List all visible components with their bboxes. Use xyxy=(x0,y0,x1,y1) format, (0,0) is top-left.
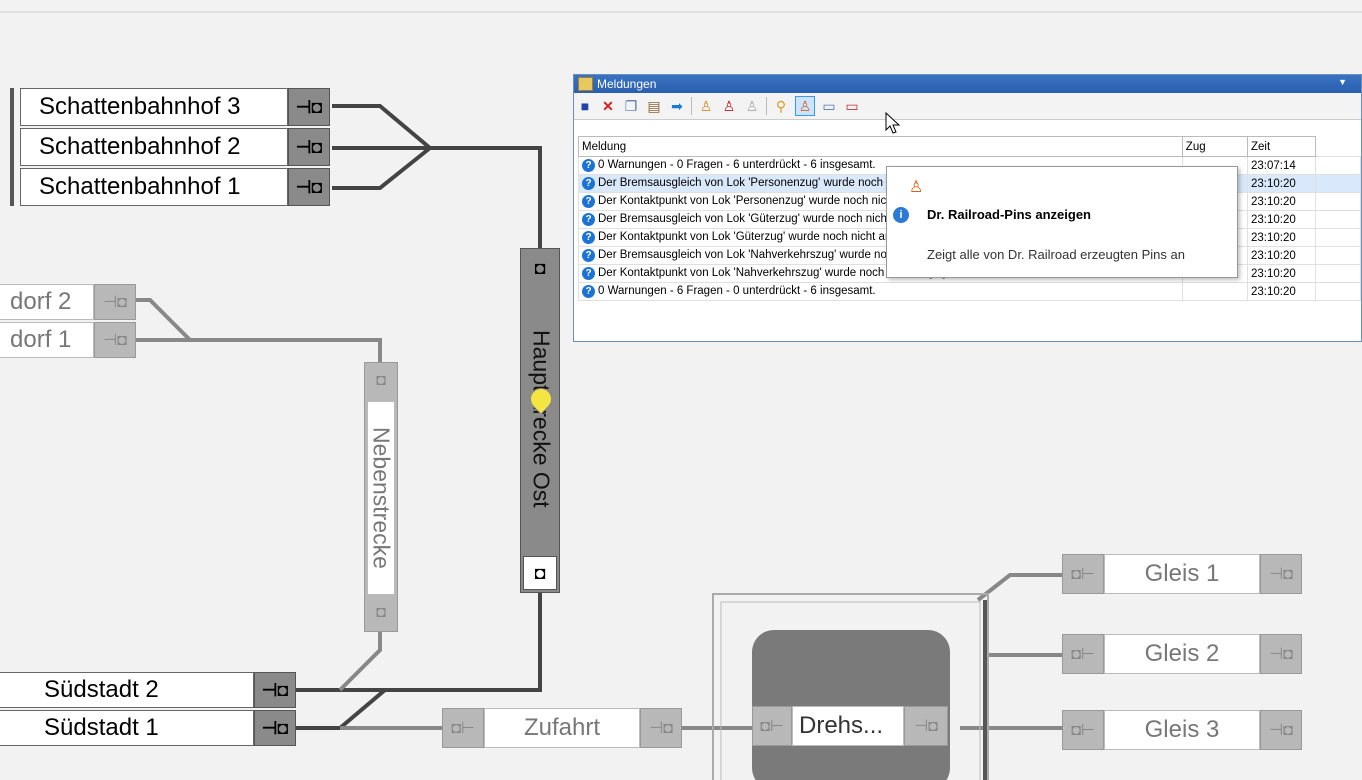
person-remove-icon[interactable]: ♙ xyxy=(720,97,738,115)
connector-icon[interactable]: ⊣◘ xyxy=(254,672,296,708)
connector-icon[interactable]: ⊣◘ xyxy=(1260,710,1302,750)
tooltip-description: Zeigt alle von Dr. Railroad erzeugten Pi… xyxy=(927,247,1185,262)
connector-icon[interactable]: ◘ xyxy=(521,249,559,287)
block-label: Gleis 3 xyxy=(1104,710,1260,750)
block-suedstadt-1[interactable]: Südstadt 1 ⊣◘ xyxy=(0,710,296,746)
connector-icon[interactable]: ◘⊢ xyxy=(752,706,792,746)
delete-icon[interactable]: ✕ xyxy=(599,97,617,115)
connector-icon[interactable]: ◘⊢ xyxy=(442,708,484,748)
connector-icon[interactable]: ⊣◘ xyxy=(94,284,136,320)
block-zufahrt[interactable]: ◘⊢ Zufahrt ⊣◘ xyxy=(442,708,682,748)
dropdown-icon[interactable]: ▼ xyxy=(1338,77,1347,87)
block-schattenbahnhof-3[interactable]: Schattenbahnhof 3 ⊣◘ xyxy=(20,88,330,126)
window-title-bar[interactable]: Meldungen ▼ xyxy=(574,75,1361,93)
connector-icon[interactable]: ⊣◘ xyxy=(254,710,296,746)
block-suedstadt-2[interactable]: Südstadt 2 ⊣◘ xyxy=(0,672,296,708)
person-disabled-icon[interactable]: ♙ xyxy=(743,97,761,115)
connector-icon[interactable]: ◘⊢ xyxy=(1062,710,1104,750)
connector-icon[interactable]: ⊣◘ xyxy=(640,708,682,748)
goto-icon[interactable]: ➡ xyxy=(668,97,686,115)
pins-icon[interactable]: ⚲ xyxy=(772,97,790,115)
block-schattenbahnhof-1[interactable]: Schattenbahnhof 1 ⊣◘ xyxy=(20,168,330,206)
window-toolbar: ■ ✕ ❐ ▤ ➡ ♙ ♙ ♙ ⚲ ♙ ▭ ▭ xyxy=(574,93,1361,120)
block-label: dorf 1 xyxy=(0,322,94,358)
column-header[interactable]: Zeit xyxy=(1246,136,1317,157)
info-icon: i xyxy=(893,207,909,223)
block-schattenbahnhof-2[interactable]: Schattenbahnhof 2 ⊣◘ xyxy=(20,128,330,166)
question-icon: ? xyxy=(582,177,595,190)
person-icon[interactable]: ♙ xyxy=(697,97,715,115)
block-dorf-2[interactable]: dorf 2 ⊣◘ xyxy=(0,284,136,320)
turntable-disk xyxy=(752,630,950,780)
dr-railroad-pins-icon: ♙ xyxy=(909,179,924,196)
filter-remove-icon[interactable]: ▭ xyxy=(843,97,861,115)
connector-icon[interactable]: ⊣◘ xyxy=(94,322,136,358)
table-row[interactable]: ? 0 Warnungen - 6 Fragen - 0 unterdrückt … xyxy=(578,282,1361,301)
block-dorf-1[interactable]: dorf 1 ⊣◘ xyxy=(0,322,136,358)
window-title: Meldungen xyxy=(597,77,657,91)
connector-icon[interactable]: ⊣◘ xyxy=(288,88,330,126)
block-label: dorf 2 xyxy=(0,284,94,320)
mouse-cursor-icon xyxy=(885,112,901,134)
connector-icon[interactable]: ⊣◘ xyxy=(288,128,330,166)
block-gleis-1[interactable]: ◘⊢ Gleis 1 ⊣◘ xyxy=(1062,554,1302,594)
dr-railroad-pins-icon[interactable]: ♙ xyxy=(795,96,815,116)
tracks-dark xyxy=(296,104,542,730)
block-nebenstrecke[interactable]: ◘ Nebenstrecke ◘ xyxy=(364,362,398,632)
block-label: Zufahrt xyxy=(484,708,640,748)
tooltip: ♙ i Dr. Railroad-Pins anzeigen Zeigt all… xyxy=(886,166,1238,278)
connector-icon[interactable]: ⊣◘ xyxy=(288,168,330,206)
block-gleis-3[interactable]: ◘⊢ Gleis 3 ⊣◘ xyxy=(1062,710,1302,750)
filter-icon[interactable]: ▭ xyxy=(820,97,838,115)
block-label: Südstadt 2 xyxy=(0,672,254,708)
block-label: Schattenbahnhof 1 xyxy=(20,168,288,206)
block-label: Nebenstrecke xyxy=(368,427,395,569)
question-icon: ? xyxy=(582,267,595,280)
column-header[interactable]: Zug xyxy=(1181,136,1249,157)
tooltip-title: Dr. Railroad-Pins anzeigen xyxy=(927,207,1091,222)
connector-icon[interactable]: ⊣◘ xyxy=(1260,634,1302,674)
block-label: Gleis 1 xyxy=(1104,554,1260,594)
question-icon: ? xyxy=(582,249,595,262)
copy-icon[interactable]: ❐ xyxy=(622,97,640,115)
block-label: Schattenbahnhof 2 xyxy=(20,128,288,166)
connector-icon[interactable]: ◘⊢ xyxy=(1062,554,1104,594)
save-icon[interactable]: ■ xyxy=(576,97,594,115)
block-label: Gleis 2 xyxy=(1104,634,1260,674)
block-gleis-2[interactable]: ◘⊢ Gleis 2 ⊣◘ xyxy=(1062,634,1302,674)
connector-icon[interactable]: ◘ xyxy=(365,363,397,399)
block-label: Schattenbahnhof 3 xyxy=(20,88,288,126)
column-header[interactable]: Meldung xyxy=(578,136,1183,157)
question-icon: ? xyxy=(582,213,595,226)
properties-icon[interactable]: ▤ xyxy=(645,97,663,115)
block-label: Hauptstrecke Ost xyxy=(528,330,555,508)
messages-icon xyxy=(578,77,593,91)
connector-icon[interactable]: ◘⊢ xyxy=(1062,634,1104,674)
block-label: Südstadt 1 xyxy=(0,710,254,746)
block-hauptstrecke-ost[interactable]: ◘ Hauptstrecke Ost ◘ xyxy=(520,248,560,593)
question-icon: ? xyxy=(582,195,595,208)
question-icon: ? xyxy=(582,159,595,172)
connector-icon[interactable]: ⊣◘ xyxy=(904,706,948,746)
connector-icon[interactable]: ◘ xyxy=(523,556,557,590)
connector-icon[interactable]: ⊣◘ xyxy=(1260,554,1302,594)
connector-icon[interactable]: ◘ xyxy=(365,595,397,631)
question-icon: ? xyxy=(582,231,595,244)
block-drehscheibe[interactable]: ◘⊢ Drehs... ⊣◘ xyxy=(752,706,948,746)
block-edge xyxy=(10,88,14,206)
block-label: Drehs... xyxy=(792,706,904,746)
question-icon: ? xyxy=(582,285,595,298)
